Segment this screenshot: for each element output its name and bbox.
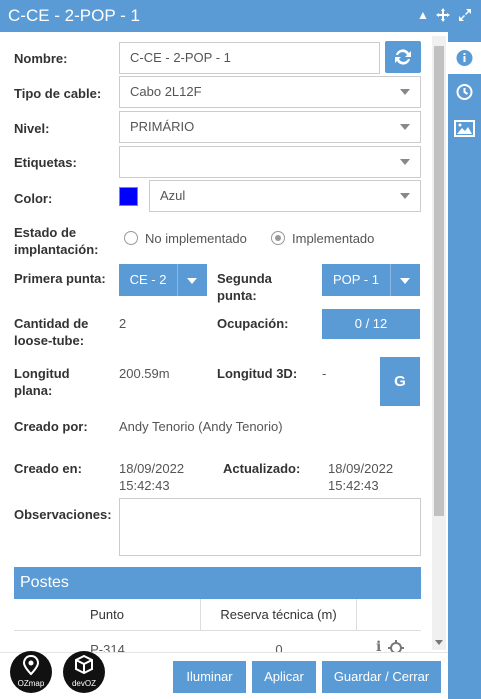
radio-label-no-implementado: No implementado <box>145 231 247 246</box>
creado-por-label: Creado por: <box>14 419 88 434</box>
ozmap-logo[interactable]: OZmap <box>10 651 52 693</box>
color-swatch-fill <box>120 188 137 205</box>
estado-label-line1: Estado de <box>14 225 77 240</box>
nivel-select[interactable]: PRIMÁRIO <box>119 111 421 143</box>
creado-por-value: Andy Tenorio (Andy Tenorio) <box>119 419 283 434</box>
window-title: C-CE - 2-POP - 1 <box>8 6 140 25</box>
longitud-plana-label-line1: Longitud <box>14 366 70 381</box>
chevron-down-icon <box>400 193 410 199</box>
guardar-cerrar-button[interactable]: Guardar / Cerrar <box>322 661 441 693</box>
tab-history[interactable] <box>448 78 481 110</box>
creado-en-label: Creado en: <box>14 461 82 476</box>
nombre-label: Nombre: <box>14 51 68 66</box>
footer-bar: OZmap devOZ Iluminar Aplicar Guardar / C… <box>0 651 448 699</box>
observaciones-textarea[interactable] <box>119 498 421 556</box>
postes-section-header: Postes <box>14 567 421 599</box>
scroll-down-icon[interactable] <box>435 640 443 645</box>
longitud-plana-value: 200.59m <box>119 366 170 381</box>
info-icon <box>456 50 473 66</box>
primera-punta-dropdown[interactable]: CE - 2 <box>119 264 207 296</box>
longitud-3d-label: Longitud 3D: <box>217 366 298 381</box>
column-actions <box>357 599 421 631</box>
segunda-punta-label-line2: punta: <box>217 288 257 303</box>
radio-implementado[interactable] <box>271 231 285 245</box>
aplicar-button[interactable]: Aplicar <box>252 661 316 693</box>
cable-form-panel: Nombre: C-CE - 2-POP - 1 Tipo de cable: … <box>0 32 448 652</box>
chevron-down-icon <box>400 89 410 95</box>
row-locate-icon[interactable] <box>388 640 404 652</box>
map-pin-icon <box>22 654 40 676</box>
chevron-down-icon <box>187 278 197 284</box>
tab-images[interactable] <box>448 114 481 146</box>
cantidad-loose-tube-label-line1: Cantidad de <box>14 316 89 331</box>
google-3d-button[interactable]: G <box>380 357 420 406</box>
longitud-3d-value: - <box>322 366 327 381</box>
segunda-punta-value: POP - 1 <box>332 272 379 287</box>
column-reserva-tecnica: Reserva técnica (m) <box>201 599 357 631</box>
panel-scrollbar[interactable] <box>432 36 446 650</box>
creado-en-date: 18/09/2022 <box>119 461 185 476</box>
tipo-cable-select[interactable]: Cabo 2L12F <box>119 76 421 108</box>
chevron-down-icon <box>400 124 410 130</box>
segunda-punta-label-line1: Segunda <box>217 271 272 286</box>
actualizado-time: 15:42:43 <box>328 478 379 493</box>
ocupacion-label: Ocupación: <box>217 316 289 331</box>
color-label: Color: <box>14 191 53 206</box>
ocupacion-button[interactable]: 0 / 12 <box>322 309 420 339</box>
segunda-punta-dropdown[interactable]: POP - 1 <box>322 264 420 296</box>
actualizado-date: 18/09/2022 <box>328 461 394 476</box>
nivel-value: PRIMÁRIO <box>130 119 195 134</box>
table-row: P-314 0 i <box>14 632 421 652</box>
collapse-icon[interactable]: ▲ <box>417 8 429 22</box>
primera-punta-value: CE - 2 <box>129 272 167 287</box>
window-titlebar: C-CE - 2-POP - 1 ▲ <box>0 0 481 32</box>
nivel-label: Nivel: <box>14 121 50 136</box>
iluminar-button[interactable]: Iluminar <box>173 661 246 693</box>
etiquetas-label: Etiquetas: <box>14 155 77 170</box>
chevron-down-icon <box>400 159 410 165</box>
observaciones-label: Observaciones: <box>14 507 112 522</box>
radio-no-implementado[interactable] <box>124 231 138 245</box>
color-value: Azul <box>160 188 186 203</box>
tab-info[interactable] <box>448 42 481 74</box>
tipo-cable-label: Tipo de cable: <box>14 86 102 101</box>
creado-en-time: 15:42:43 <box>119 478 170 493</box>
cube-icon <box>75 654 93 675</box>
devoz-logo[interactable]: devOZ <box>63 651 105 693</box>
tipo-cable-value: Cabo 2L12F <box>130 84 202 99</box>
row-reserva: 0 <box>275 642 283 652</box>
history-icon <box>456 84 473 100</box>
row-info-icon[interactable]: i <box>376 639 381 652</box>
etiquetas-select[interactable] <box>119 146 421 178</box>
primera-punta-label: Primera punta: <box>14 271 106 286</box>
cantidad-loose-tube-label-line2: loose-tube: <box>14 333 85 348</box>
move-icon[interactable] <box>436 8 450 25</box>
actualizado-label: Actualizado: <box>223 461 301 476</box>
color-select[interactable]: Azul <box>149 180 421 212</box>
cantidad-loose-tube-value: 2 <box>119 316 127 331</box>
image-icon <box>454 120 475 137</box>
refresh-icon <box>395 49 411 65</box>
postes-table-header: Punto Reserva técnica (m) <box>14 599 421 631</box>
scrollbar-thumb[interactable] <box>434 46 444 516</box>
chevron-down-icon <box>400 278 410 284</box>
longitud-plana-label-line2: plana: <box>14 383 53 398</box>
nombre-input[interactable]: C-CE - 2-POP - 1 <box>119 42 380 74</box>
radio-label-implementado: Implementado <box>292 231 375 246</box>
right-sidebar <box>448 32 481 699</box>
expand-icon[interactable] <box>458 8 472 25</box>
color-swatch[interactable] <box>119 187 138 206</box>
refresh-name-button[interactable] <box>385 41 421 73</box>
estado-label-line2: implantación: <box>14 242 99 257</box>
column-punto: Punto <box>14 599 201 631</box>
